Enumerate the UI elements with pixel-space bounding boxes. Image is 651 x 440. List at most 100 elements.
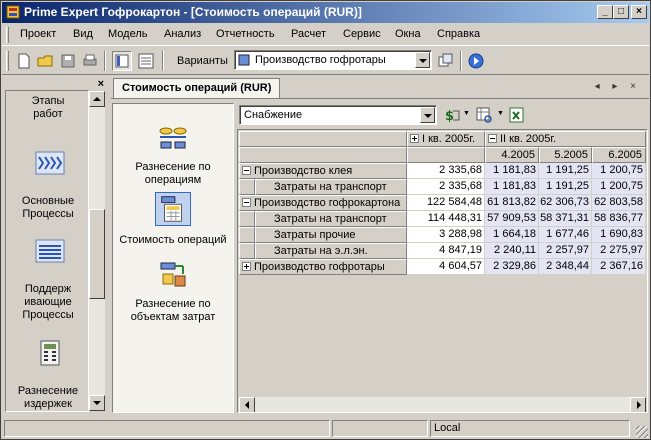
value-cell[interactable]: 1 181,83 (485, 179, 539, 195)
ops-item-distribute-by-cost-objects[interactable]: Разнесение по объектам затрат (113, 298, 233, 324)
activity-filter-select[interactable]: Снабжение (239, 105, 437, 125)
value-cell[interactable]: 58 836,77 (592, 211, 646, 227)
nav-item-main-processes[interactable]: Основные Процессы (6, 195, 88, 221)
menu-reporting[interactable]: Отчетность (216, 28, 275, 40)
value-cell[interactable]: 1 191,25 (539, 163, 592, 179)
nav-scrollbar[interactable] (89, 91, 105, 411)
document-tab[interactable]: Стоимость операций (RUR) (113, 78, 281, 98)
expand-plus-icon[interactable] (410, 134, 419, 143)
row-header[interactable]: Производство гофрокартона (239, 195, 407, 211)
currency-icon[interactable]: $ (443, 106, 461, 124)
operations-cost-icon[interactable] (155, 192, 191, 226)
value-cell[interactable]: 3 288,98 (407, 227, 485, 243)
value-cell[interactable]: 2 335,68 (407, 179, 485, 195)
value-cell[interactable]: 122 584,48 (407, 195, 485, 211)
value-cell[interactable]: 2 240,11 (485, 243, 539, 259)
menu-windows[interactable]: Окна (395, 28, 421, 40)
collapse-minus-icon[interactable] (488, 134, 497, 143)
value-cell[interactable]: 1 664,18 (485, 227, 539, 243)
value-cell[interactable]: 2 367,16 (592, 259, 646, 275)
col-group-q1[interactable]: I кв. 2005г. (407, 131, 485, 147)
row-header[interactable]: Затраты на э.л.эн. (255, 243, 407, 259)
support-processes-icon[interactable] (34, 237, 66, 265)
value-cell[interactable]: 1 181,83 (485, 163, 539, 179)
value-cell[interactable]: 2 275,97 (592, 243, 646, 259)
cost-allocation-icon[interactable] (34, 339, 66, 367)
value-cell[interactable]: 61 813,82 (485, 195, 539, 211)
filter-dropdown-icon[interactable]: ▼ (497, 110, 504, 117)
value-cell[interactable]: 114 448,31 (407, 211, 485, 227)
table-filter-icon[interactable] (475, 106, 493, 124)
maximize-button[interactable]: □ (613, 5, 629, 19)
value-cell[interactable]: 4 847,19 (407, 243, 485, 259)
chevron-down-icon[interactable] (415, 52, 430, 68)
nav-item-cost-allocation[interactable]: Разнесение издержек (6, 385, 88, 411)
value-cell[interactable]: 2 257,97 (539, 243, 592, 259)
currency-dropdown-icon[interactable]: ▼ (463, 110, 470, 117)
nav-scroll-thumb[interactable] (89, 209, 105, 299)
value-cell[interactable]: 62 306,73 (539, 195, 592, 211)
toolbar-grip[interactable] (6, 51, 9, 71)
row-header[interactable]: Производство гофротары (239, 259, 407, 275)
menu-service[interactable]: Сервис (343, 28, 381, 40)
distribute-by-cost-objects-icon[interactable] (155, 258, 191, 292)
menu-help[interactable]: Справка (437, 28, 480, 40)
row-header[interactable]: Затраты на транспорт (255, 179, 407, 195)
value-cell[interactable]: 1 690,83 (592, 227, 646, 243)
col-header-may[interactable]: 5.2005 (539, 147, 592, 163)
scroll-left-icon[interactable] (239, 397, 255, 412)
new-document-button[interactable] (14, 51, 34, 71)
value-cell[interactable]: 2 335,68 (407, 163, 485, 179)
resize-grip-icon[interactable] (636, 426, 648, 438)
col-header-apr[interactable]: 4.2005 (485, 147, 539, 163)
collapse-minus-icon[interactable] (242, 198, 251, 207)
value-cell[interactable]: 2 348,44 (539, 259, 592, 275)
col-header-jun[interactable]: 6.2005 (592, 147, 646, 163)
menu-project[interactable]: Проект (20, 28, 56, 40)
menu-analysis[interactable]: Анализ (164, 28, 201, 40)
excel-export-icon[interactable] (507, 106, 525, 124)
chevron-down-icon[interactable] (420, 107, 435, 123)
row-header[interactable]: Затраты прочие (255, 227, 407, 243)
run-calculation-button[interactable] (466, 51, 486, 71)
minimize-button[interactable]: _ (597, 5, 613, 19)
value-cell[interactable]: 58 371,31 (539, 211, 592, 227)
value-cell[interactable]: 1 200,75 (592, 179, 646, 195)
save-button[interactable] (58, 51, 78, 71)
document-nav-arrows[interactable]: ◂ ▸ × (595, 81, 641, 92)
expand-plus-icon[interactable] (242, 262, 251, 271)
main-processes-icon[interactable] (34, 149, 66, 177)
title-bar[interactable]: Prime Expert Гофрокартон - [Стоимость оп… (2, 2, 649, 23)
distribute-by-operations-icon[interactable] (155, 124, 191, 158)
scroll-right-icon[interactable] (630, 397, 646, 412)
scroll-up-icon[interactable] (89, 91, 105, 107)
value-cell[interactable]: 2 329,86 (485, 259, 539, 275)
list-view-button[interactable] (136, 51, 156, 71)
nav-item-support-processes[interactable]: Поддерж ивающие Процессы (6, 283, 88, 322)
ops-item-operations-cost[interactable]: Стоимость операций (113, 234, 233, 247)
layout-view-button[interactable] (112, 51, 132, 71)
ops-item-distribute-by-operations[interactable]: Разнесение по операциям (113, 161, 233, 187)
open-button[interactable] (36, 51, 56, 71)
menu-calculation[interactable]: Расчет (291, 28, 326, 40)
nav-item-stages[interactable]: Этапы работ (6, 95, 88, 121)
nav-close-icon[interactable]: × (98, 78, 104, 90)
value-cell[interactable]: 1 677,46 (539, 227, 592, 243)
variants-manage-button[interactable] (436, 51, 456, 71)
menu-view[interactable]: Вид (73, 28, 93, 40)
value-cell[interactable]: 57 909,53 (485, 211, 539, 227)
col-group-q2[interactable]: II кв. 2005г. (485, 131, 646, 147)
print-button[interactable] (80, 51, 100, 71)
value-cell[interactable]: 4 604,57 (407, 259, 485, 275)
collapse-minus-icon[interactable] (242, 166, 251, 175)
variant-select[interactable]: Производство гофротары (234, 50, 432, 70)
grid-hscrollbar[interactable] (239, 397, 646, 412)
menubar-grip[interactable] (6, 27, 9, 43)
menu-model[interactable]: Модель (108, 28, 147, 40)
value-cell[interactable]: 1 191,25 (539, 179, 592, 195)
row-header[interactable]: Производство клея (239, 163, 407, 179)
close-button[interactable]: × (631, 5, 647, 19)
value-cell[interactable]: 62 803,58 (592, 195, 646, 211)
scroll-down-icon[interactable] (89, 395, 105, 411)
row-header[interactable]: Затраты на транспорт (255, 211, 407, 227)
